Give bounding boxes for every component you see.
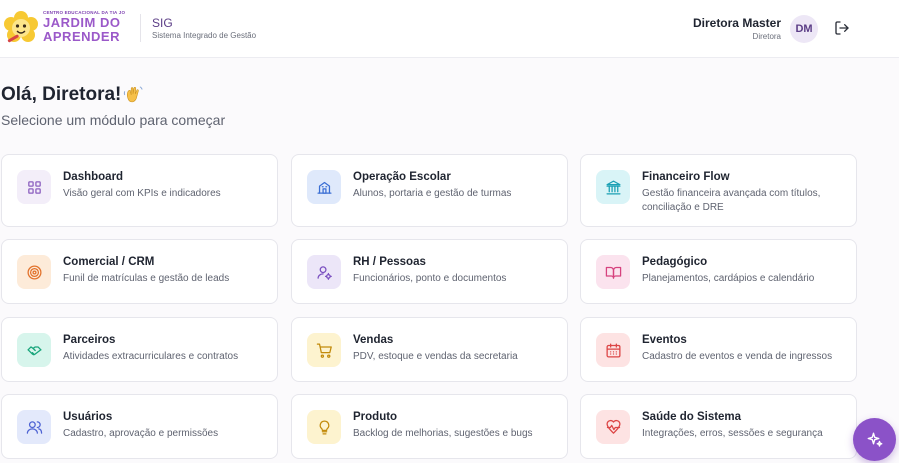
module-description: Funil de matrículas e gestão de leads — [63, 273, 230, 284]
module-description: Gestão financeira avançada com títulos, … — [642, 188, 821, 213]
page-greeting: Olá, Diretora! — [1, 84, 122, 105]
module-icon-badge — [596, 333, 630, 367]
header-divider — [140, 14, 141, 42]
logo-wordmark: JARDIM DO APRENDER — [43, 16, 120, 44]
module-icon-badge — [17, 410, 51, 444]
module-description: Alunos, portaria e gestão de turmas — [353, 188, 512, 199]
cart-icon — [316, 342, 332, 358]
heart-pulse-icon — [605, 419, 621, 434]
school-logo[interactable]: CENTRO EDUCACIONAL DA TIA JO JARDIM DO A… — [2, 8, 134, 48]
module-title: RH / Pessoas — [353, 256, 426, 268]
module-card-usuarios[interactable]: Usuários Cadastro, aprovação e permissõe… — [1, 394, 278, 459]
module-icon-badge — [596, 255, 630, 289]
module-icon-badge — [17, 170, 51, 204]
module-title: Comercial / CRM — [63, 256, 155, 268]
module-card-comercial-crm[interactable]: Comercial / CRM Funil de matrículas e ge… — [1, 239, 278, 304]
module-card-pedagogico[interactable]: Pedagógico Planejamentos, cardápios e ca… — [580, 239, 857, 304]
avatar[interactable]: DM — [790, 15, 818, 43]
lightbulb-icon — [319, 419, 329, 435]
module-title: Vendas — [353, 334, 394, 346]
module-icon-badge — [596, 410, 630, 444]
bank-icon — [605, 179, 621, 195]
system-full-name: Sistema Integrado de Gestão — [152, 31, 257, 40]
module-title: Pedagógico — [642, 256, 708, 268]
module-title: Operação Escolar — [353, 171, 451, 183]
logout-icon[interactable] — [834, 20, 850, 36]
handshake-icon — [26, 345, 42, 355]
grid-icon — [27, 180, 41, 194]
module-title: Usuários — [63, 411, 113, 423]
module-description: Integrações, erros, sessões e segurança — [642, 428, 823, 439]
module-card-vendas[interactable]: Vendas PDV, estoque e vendas da secretar… — [291, 317, 568, 382]
module-description: Planejamentos, cardápios e calendário — [642, 273, 815, 284]
module-description: Cadastro de eventos e venda de ingressos — [642, 351, 833, 362]
module-title: Dashboard — [63, 171, 124, 183]
user-role: Diretora — [752, 32, 781, 41]
module-icon-badge — [307, 333, 341, 367]
system-name: SIG — [152, 16, 173, 30]
module-description: Atividades extracurriculares e contratos — [63, 351, 239, 362]
module-card-financeiro-flow[interactable]: Financeiro Flow Gestão financeira avança… — [580, 154, 857, 227]
module-description: PDV, estoque e vendas da secretaria — [353, 351, 518, 362]
book-open-icon — [605, 266, 621, 279]
module-card-produto[interactable]: Produto Backlog de melhorias, sugestões … — [291, 394, 568, 459]
module-icon-badge — [307, 255, 341, 289]
module-description: Cadastro, aprovação e permissões — [63, 428, 219, 439]
module-icon-badge — [307, 410, 341, 444]
module-card-dashboard[interactable]: Dashboard Visão geral com KPIs e indicad… — [1, 154, 278, 227]
module-title: Eventos — [642, 334, 687, 346]
module-icon-badge — [17, 255, 51, 289]
module-card-eventos[interactable]: Eventos Cadastro de eventos e venda de i… — [580, 317, 857, 382]
assistant-fab-button[interactable] — [853, 418, 896, 461]
module-card-rh-pessoas[interactable]: RH / Pessoas Funcionários, ponto e docum… — [291, 239, 568, 304]
sparkles-icon — [867, 432, 882, 447]
module-description: Visão geral com KPIs e indicadores — [63, 188, 221, 199]
module-description: Backlog de melhorias, sugestões e bugs — [353, 428, 533, 439]
module-title: Saúde do Sistema — [642, 411, 742, 423]
module-icon-badge — [17, 333, 51, 367]
module-icon-badge — [596, 170, 630, 204]
school-icon — [316, 181, 332, 194]
page-subtitle: Selecione um módulo para começar — [1, 112, 226, 128]
module-title: Parceiros — [63, 334, 116, 346]
user-name: Diretora Master — [692, 16, 781, 30]
module-description: Funcionários, ponto e documentos — [353, 273, 507, 284]
module-title: Produto — [353, 411, 398, 423]
calendar-icon — [605, 342, 621, 358]
module-card-saude-do-sistema[interactable]: Saúde do Sistema Integrações, erros, ses… — [580, 394, 857, 459]
module-card-parceiros[interactable]: Parceiros Atividades extracurriculares e… — [1, 317, 278, 382]
module-card-operacao-escolar[interactable]: Operação Escolar Alunos, portaria e gest… — [291, 154, 568, 227]
waving-hand-icon — [123, 86, 143, 103]
module-icon-badge — [307, 170, 341, 204]
flower-mascot-icon — [4, 11, 38, 43]
logo-line-1: JARDIM DO — [43, 15, 121, 30]
target-icon — [26, 264, 42, 280]
users-icon — [26, 420, 42, 434]
user-cog-icon — [316, 265, 332, 280]
top-bar: CENTRO EDUCACIONAL DA TIA JO JARDIM DO A… — [0, 0, 899, 58]
logo-line-2: APRENDER — [43, 29, 120, 44]
module-title: Financeiro Flow — [642, 171, 730, 183]
